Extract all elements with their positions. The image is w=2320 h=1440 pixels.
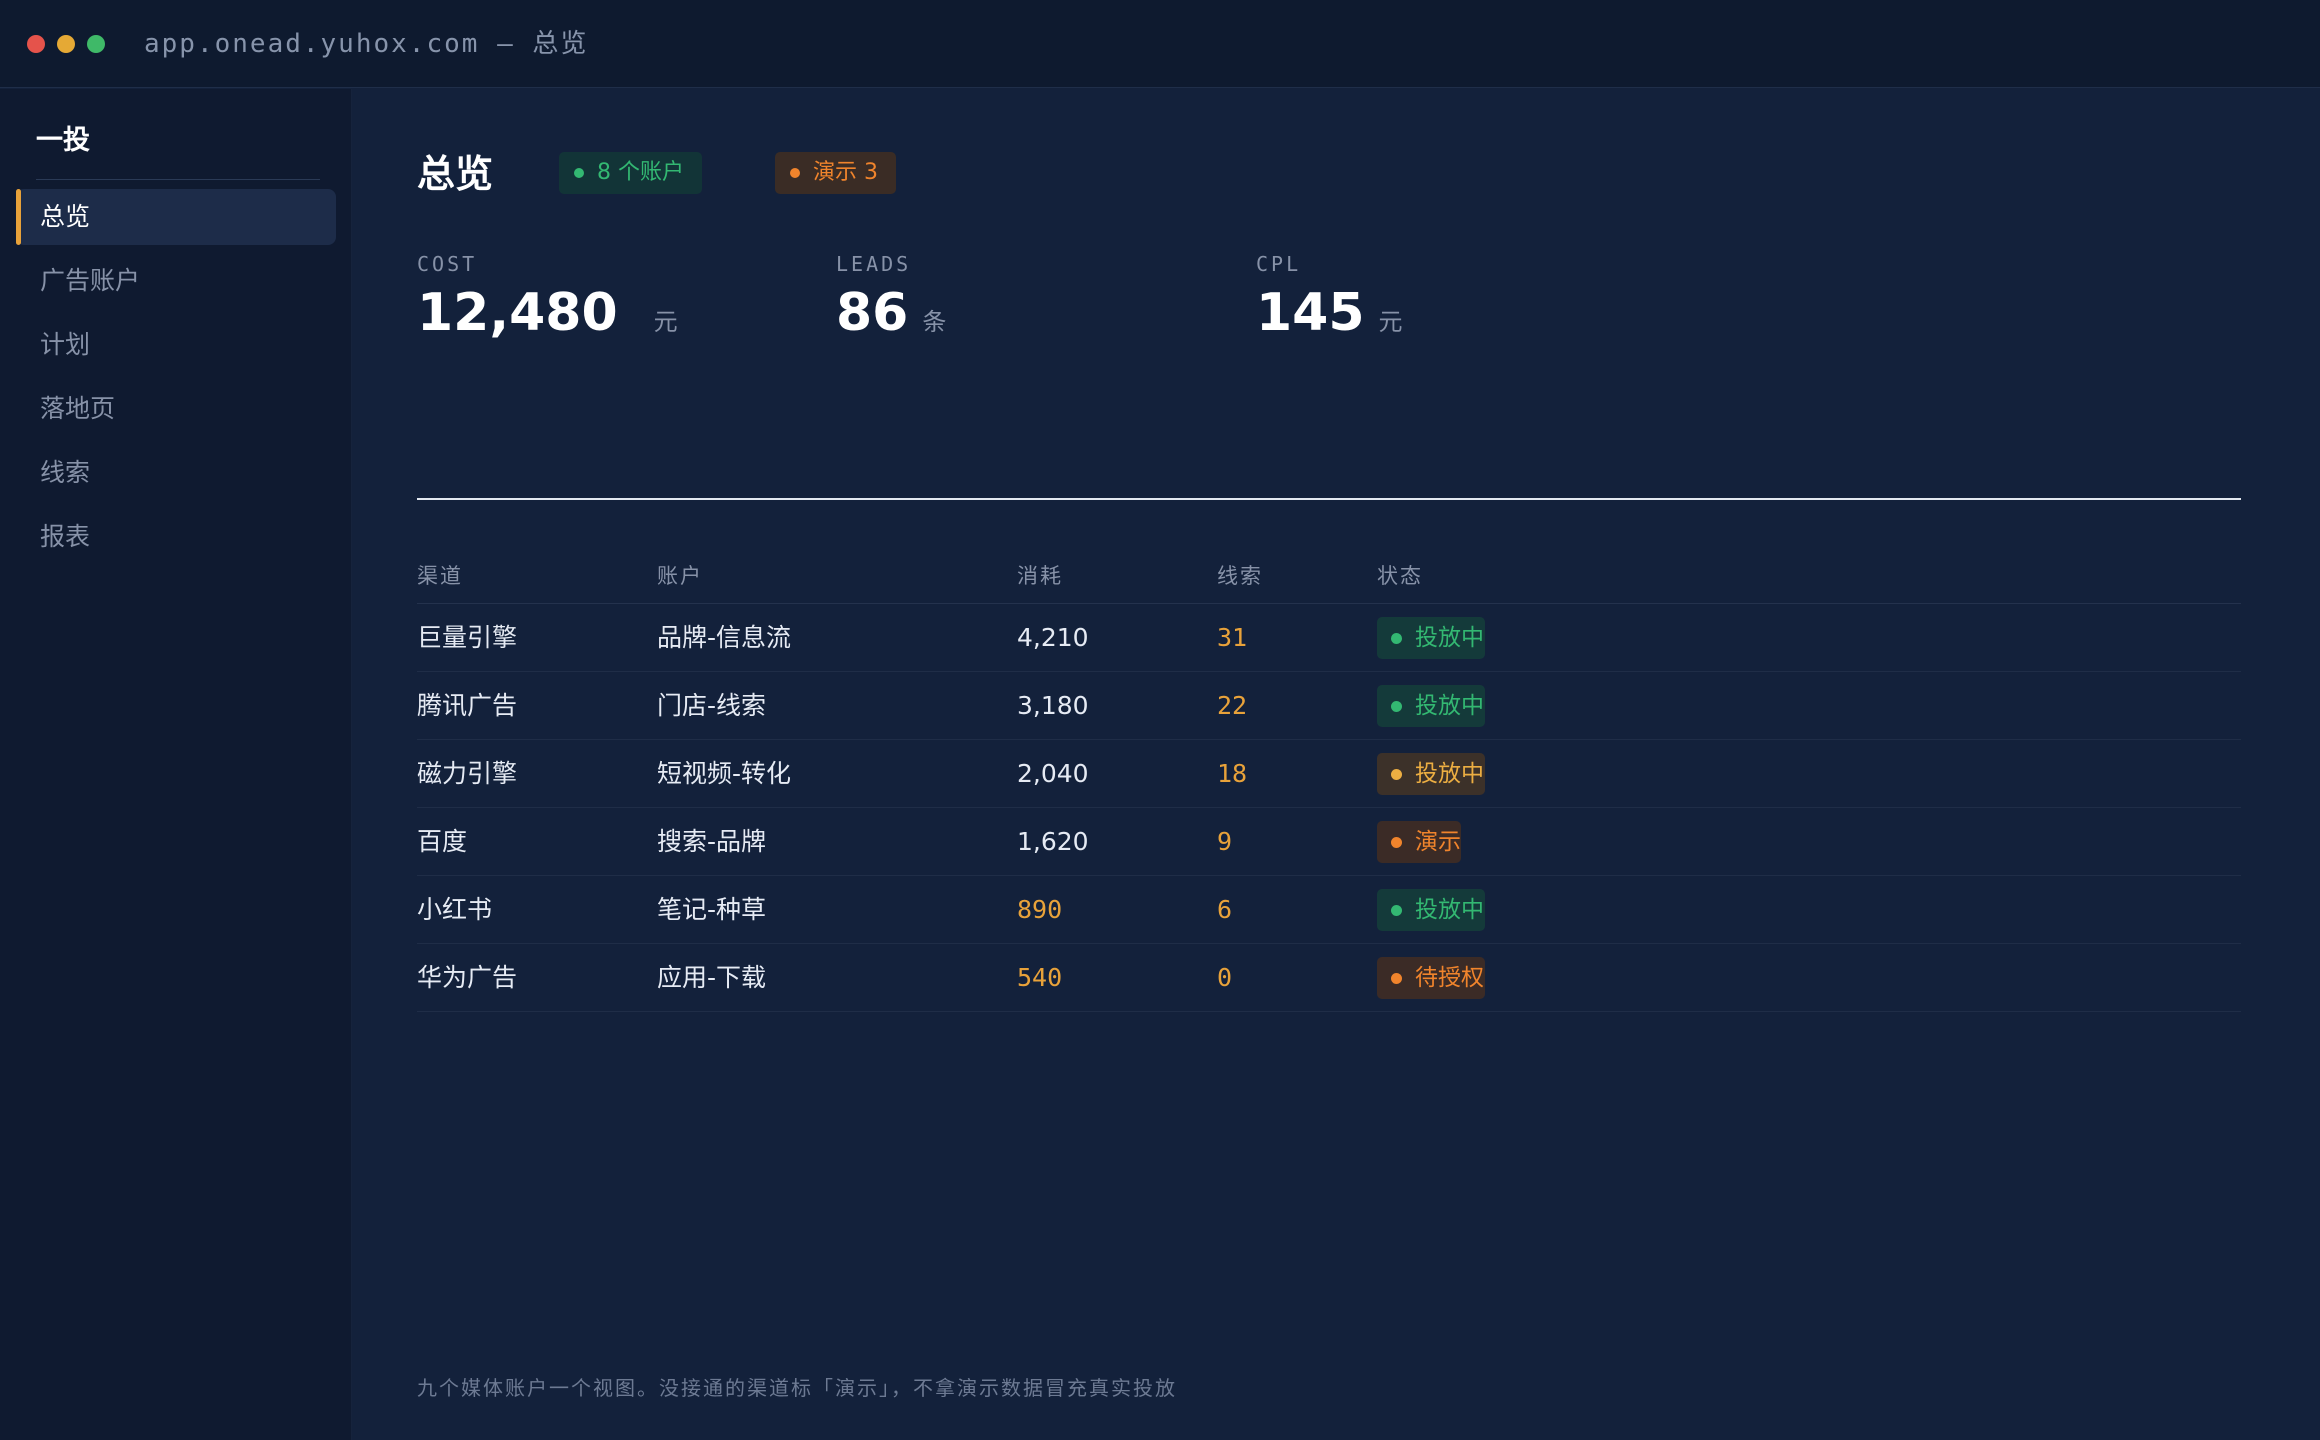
account-cell: 品牌-信息流 [657,623,792,652]
stat-value: 12,480 [417,283,618,343]
sidebar-item-leads[interactable]: 线索 [16,445,336,501]
status-badge: 投放中 [1377,617,1485,659]
maximize-window-button[interactable] [87,35,105,53]
stat-leads: LEADS 86 条 [836,249,946,345]
stat-unit: 元 [1378,308,1403,336]
stat-value: 145 [1256,283,1365,343]
sidebar-item-label: 广告账户 [40,266,141,295]
account-cell: 笔记-种草 [657,895,767,924]
channels-table: 渠道 账户 消耗 线索 状态 巨量引擎 品牌-信息流 4,210 31 投放中 … [417,549,2241,1012]
sidebar: 一投 总览 广告账户 计划 落地页 线索 报表 [0,89,352,1440]
leads-cell: 6 [1217,895,1233,924]
sidebar-item-label: 报表 [40,522,91,551]
channel-cell: 百度 [417,827,468,856]
main-content: 总览 8 个账户 演示 3 COST 12,480 元 LEADS 86 条 CPL… [353,89,2320,1440]
leads-cell: 9 [1217,827,1233,856]
footnote: 九个媒体账户一个视图。没接通的渠道标「演示」，不拿演示数据冒充真实投放 [417,1376,1177,1400]
minimize-window-button[interactable] [57,35,75,53]
stat-cpl: CPL 145 元 [1256,249,1403,345]
table-row[interactable]: 华为广告 应用-下载 540 0 待授权 [417,944,2241,1012]
channel-cell: 磁力引擎 [417,759,518,788]
account-cell: 搜索-品牌 [657,827,767,856]
brand-logo: 一投 [36,125,90,156]
sidebar-item-reports[interactable]: 报表 [16,509,336,565]
accounts-count-badge: 8 个账户 [559,152,702,194]
sidebar-item-overview[interactable]: 总览 [16,189,336,245]
stat-label: CPL [1256,252,1302,276]
table-row[interactable]: 磁力引擎 短视频-转化 2,040 18 投放中 [417,740,2241,808]
sidebar-item-label: 计划 [40,330,91,359]
channel-cell: 巨量引擎 [417,623,518,652]
table-row[interactable]: 巨量引擎 品牌-信息流 4,210 31 投放中 [417,604,2241,672]
leads-cell: 31 [1217,623,1248,652]
demo-count-badge: 演示 3 [775,152,896,194]
cost-cell: 3,180 [1017,691,1089,720]
account-cell: 短视频-转化 [657,759,792,788]
channel-cell: 小红书 [417,895,493,924]
app-window: app.onead.yuhox.com — 总览 一投 总览 广告账户 计划 落… [0,0,2320,1440]
sidebar-item-label: 线索 [40,458,91,487]
cost-cell: 4,210 [1017,623,1089,652]
stat-unit: 条 [922,308,947,336]
account-cell: 门店-线索 [657,691,767,720]
table-header: 渠道 账户 消耗 线索 状态 [417,549,2241,604]
table-row[interactable]: 小红书 笔记-种草 890 6 投放中 [417,876,2241,944]
column-header-channel[interactable]: 渠道 [417,549,463,604]
title-bar: app.onead.yuhox.com — 总览 [0,0,2320,88]
section-divider [417,498,2241,500]
leads-cell: 22 [1217,691,1248,720]
stat-label: COST [417,252,478,276]
cost-cell: 1,620 [1017,827,1089,856]
status-badge: 投放中 [1377,685,1485,727]
channel-cell: 华为广告 [417,963,518,992]
table-row[interactable]: 腾讯广告 门店-线索 3,180 22 投放中 [417,672,2241,740]
cost-cell: 890 [1017,895,1063,924]
column-header-status[interactable]: 状态 [1377,549,1423,604]
sidebar-item-ad-accounts[interactable]: 广告账户 [16,253,336,309]
channel-cell: 腾讯广告 [417,691,518,720]
close-window-button[interactable] [27,35,45,53]
column-header-account[interactable]: 账户 [657,549,703,604]
sidebar-divider [36,179,320,180]
status-badge: 演示 [1377,821,1461,863]
table-row[interactable]: 百度 搜索-品牌 1,620 9 演示 [417,808,2241,876]
sidebar-item-plans[interactable]: 计划 [16,317,336,373]
status-badge: 待授权 [1377,957,1485,999]
sidebar-item-label: 总览 [40,202,91,231]
cost-cell: 2,040 [1017,759,1089,788]
stat-label: LEADS [836,252,912,276]
sidebar-item-label: 落地页 [40,394,116,423]
stat-unit: 元 [653,308,678,336]
account-cell: 应用-下载 [657,963,767,992]
status-badge: 投放中 [1377,889,1485,931]
column-header-leads[interactable]: 线索 [1217,549,1263,604]
stat-value: 86 [836,283,909,343]
sidebar-nav: 总览 广告账户 计划 落地页 线索 报表 [16,189,336,573]
column-header-cost[interactable]: 消耗 [1017,549,1063,604]
cost-cell: 540 [1017,963,1063,992]
sidebar-item-landing-pages[interactable]: 落地页 [16,381,336,437]
window-title: app.onead.yuhox.com — 总览 [144,29,589,59]
page-title: 总览 [417,152,494,196]
leads-cell: 18 [1217,759,1248,788]
status-badge: 投放中 [1377,753,1485,795]
leads-cell: 0 [1217,963,1233,992]
stat-cost: COST 12,480 元 [417,249,678,345]
